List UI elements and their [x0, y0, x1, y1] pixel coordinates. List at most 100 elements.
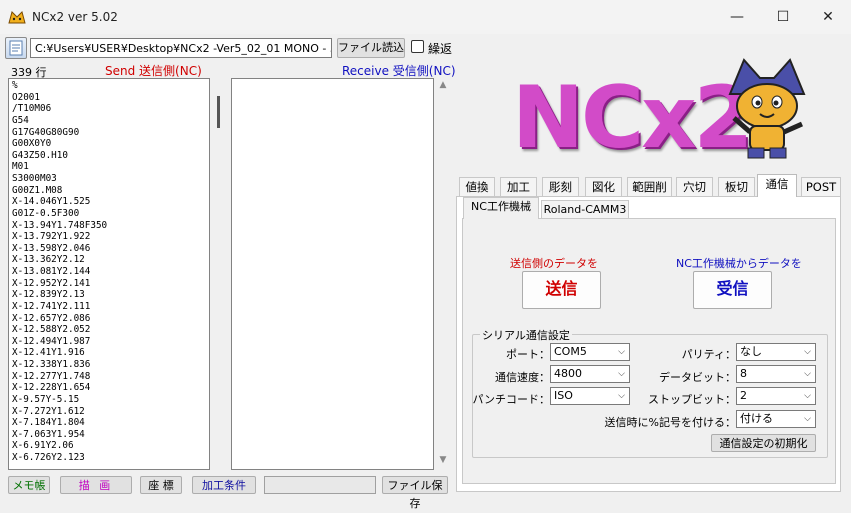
- send-line: X-7.184Y1.804: [12, 417, 85, 429]
- speed-label: 通信速度：: [495, 371, 550, 384]
- send-button[interactable]: 送信: [522, 271, 601, 309]
- punch-code-label: パンチコード：: [472, 393, 550, 406]
- chevron-down-icon: ⌵: [804, 369, 811, 379]
- repeat-label: 繰返: [428, 42, 453, 56]
- chevron-down-icon: ⌵: [804, 391, 811, 401]
- percent-sign-label: 送信時に%記号を付ける：: [604, 416, 736, 429]
- tab-drawing[interactable]: 図化: [585, 177, 622, 196]
- data-bit-value: 8: [740, 367, 747, 380]
- send-line: %: [12, 80, 18, 91]
- memo-button[interactable]: メモ帳: [8, 476, 50, 494]
- tab-convert[interactable]: 値換: [459, 177, 495, 196]
- draw-button[interactable]: 描 画: [60, 476, 132, 494]
- send-line: X-12.338Y1.836: [12, 359, 91, 370]
- receive-button[interactable]: 受信: [693, 271, 772, 309]
- send-line: X-14.046Y1.525: [12, 196, 91, 208]
- panel-splitter[interactable]: [217, 96, 220, 128]
- speed-value: 4800: [554, 367, 582, 380]
- reset-serial-settings-button[interactable]: 通信設定の初期化: [711, 434, 816, 452]
- chevron-down-icon: ⌵: [618, 369, 625, 379]
- send-line: G00Z1.M08: [12, 184, 63, 196]
- tab-range-cut[interactable]: 範囲削: [627, 177, 672, 196]
- maximize-button[interactable]: ☐: [760, 0, 806, 34]
- stop-bit-select[interactable]: 2 ⌵: [736, 387, 816, 405]
- punch-code-select[interactable]: ISO ⌵: [550, 387, 630, 405]
- window-title: NCx2 ver 5.02: [32, 10, 118, 24]
- minimize-button[interactable]: —: [714, 0, 760, 34]
- send-side-label: Send 送信側(NC): [105, 64, 202, 78]
- send-line: X-7.063Y1.954: [12, 428, 85, 440]
- send-line: O2001: [12, 91, 40, 103]
- load-file-button[interactable]: ファイル読込: [337, 38, 405, 58]
- send-line: S3000M03: [12, 173, 57, 184]
- receive-scrollbar[interactable]: [436, 78, 450, 470]
- send-line: X-12.494Y1.987: [12, 335, 91, 347]
- send-line: X-12.741Y2.111: [12, 300, 91, 312]
- subtab-nc-machine[interactable]: NC工作機械: [463, 197, 539, 219]
- send-line: X-12.839Y2.13: [12, 289, 85, 301]
- scroll-down-icon[interactable]: ▼: [436, 455, 450, 469]
- port-label: ポート：: [506, 348, 550, 361]
- send-line: X-13.94Y1.748F350: [12, 219, 108, 231]
- send-line: G43Z50.H10: [12, 149, 68, 161]
- data-bit-select[interactable]: 8 ⌵: [736, 365, 816, 383]
- send-line: X-12.41Y1.916: [12, 347, 85, 359]
- percent-sign-value: 付ける: [740, 412, 773, 425]
- punch-code-value: ISO: [554, 389, 573, 402]
- port-select[interactable]: COM5 ⌵: [550, 343, 630, 361]
- send-line: X-12.588Y2.052: [12, 324, 91, 336]
- send-line: G54: [12, 114, 29, 126]
- tab-engrave[interactable]: 彫刻: [542, 177, 579, 196]
- send-line: X-12.657Y2.086: [12, 312, 91, 324]
- stop-bit-value: 2: [740, 389, 747, 402]
- send-caption: 送信側のデータを: [510, 257, 598, 270]
- tab-hole-cut[interactable]: 穴切: [676, 177, 713, 196]
- send-line: X-12.952Y2.141: [12, 277, 91, 289]
- scroll-up-icon[interactable]: ▲: [436, 80, 450, 94]
- data-bit-label: データビット：: [659, 371, 736, 384]
- chevron-down-icon: ⌵: [804, 414, 811, 424]
- send-text-area[interactable]: % O2001/T10M06 G54 G17G40G80G90 G00X0Y0 G43Z5…: [8, 78, 210, 470]
- parity-select[interactable]: なし ⌵: [736, 343, 816, 361]
- receive-text-area[interactable]: [231, 78, 434, 470]
- send-line: G17G40G80G90: [12, 126, 80, 138]
- send-line: /T10M06: [12, 103, 52, 115]
- send-line: X-12.277Y1.748: [12, 370, 91, 382]
- file-path-input[interactable]: C:¥Users¥USER¥Desktop¥NCx2 -Ver5_02_01 M…: [30, 38, 332, 58]
- send-line: X-13.792Y1.922: [12, 231, 91, 243]
- chevron-down-icon: ⌵: [804, 347, 811, 357]
- send-lines: % O2001/T10M06 G54 G17G40G80G90 G00X0Y0 G43Z5…: [9, 79, 209, 464]
- send-line: X-13.362Y2.12: [12, 254, 85, 266]
- stop-bit-label: ストップビット：: [648, 393, 736, 406]
- mascot-icon: [728, 58, 806, 159]
- send-line: M01: [12, 161, 29, 173]
- send-line: G00X0Y0: [12, 138, 52, 150]
- tab-post[interactable]: POST: [801, 177, 841, 196]
- close-button[interactable]: ✕: [805, 0, 851, 34]
- tab-plate-cut[interactable]: 板切: [718, 177, 755, 196]
- speed-select[interactable]: 4800 ⌵: [550, 365, 630, 383]
- tab-communication[interactable]: 通信: [757, 174, 797, 197]
- send-line: X-6.726Y2.123: [12, 452, 85, 463]
- notepad-icon[interactable]: [5, 37, 27, 59]
- subtab-roland-camm3[interactable]: Roland-CAMM3: [541, 200, 629, 218]
- parity-value: なし: [740, 345, 762, 358]
- tab-machining[interactable]: 加工: [500, 177, 537, 196]
- coordinate-button[interactable]: 座 標: [140, 476, 182, 494]
- serial-settings-title: シリアル通信設定: [480, 327, 572, 343]
- chevron-down-icon: ⌵: [618, 347, 625, 357]
- repeat-checkbox[interactable]: [411, 40, 424, 53]
- chevron-down-icon: ⌵: [618, 391, 625, 401]
- app-icon: [8, 11, 26, 24]
- percent-sign-select[interactable]: 付ける ⌵: [736, 410, 816, 428]
- send-line: X-9.57Y-5.15: [12, 393, 80, 405]
- save-file-button[interactable]: ファイル保存: [382, 476, 448, 510]
- send-line: X-7.272Y1.612: [12, 405, 85, 417]
- send-line: X-13.598Y2.046: [12, 242, 91, 254]
- port-value: COM5: [554, 345, 587, 358]
- receive-side-label: Receive 受信側(NC): [342, 64, 456, 78]
- status-field: [264, 476, 376, 494]
- send-line: X-12.228Y1.654: [12, 382, 91, 394]
- app-logo: NCx2: [512, 68, 753, 168]
- machining-condition-button[interactable]: 加工条件: [192, 476, 256, 494]
